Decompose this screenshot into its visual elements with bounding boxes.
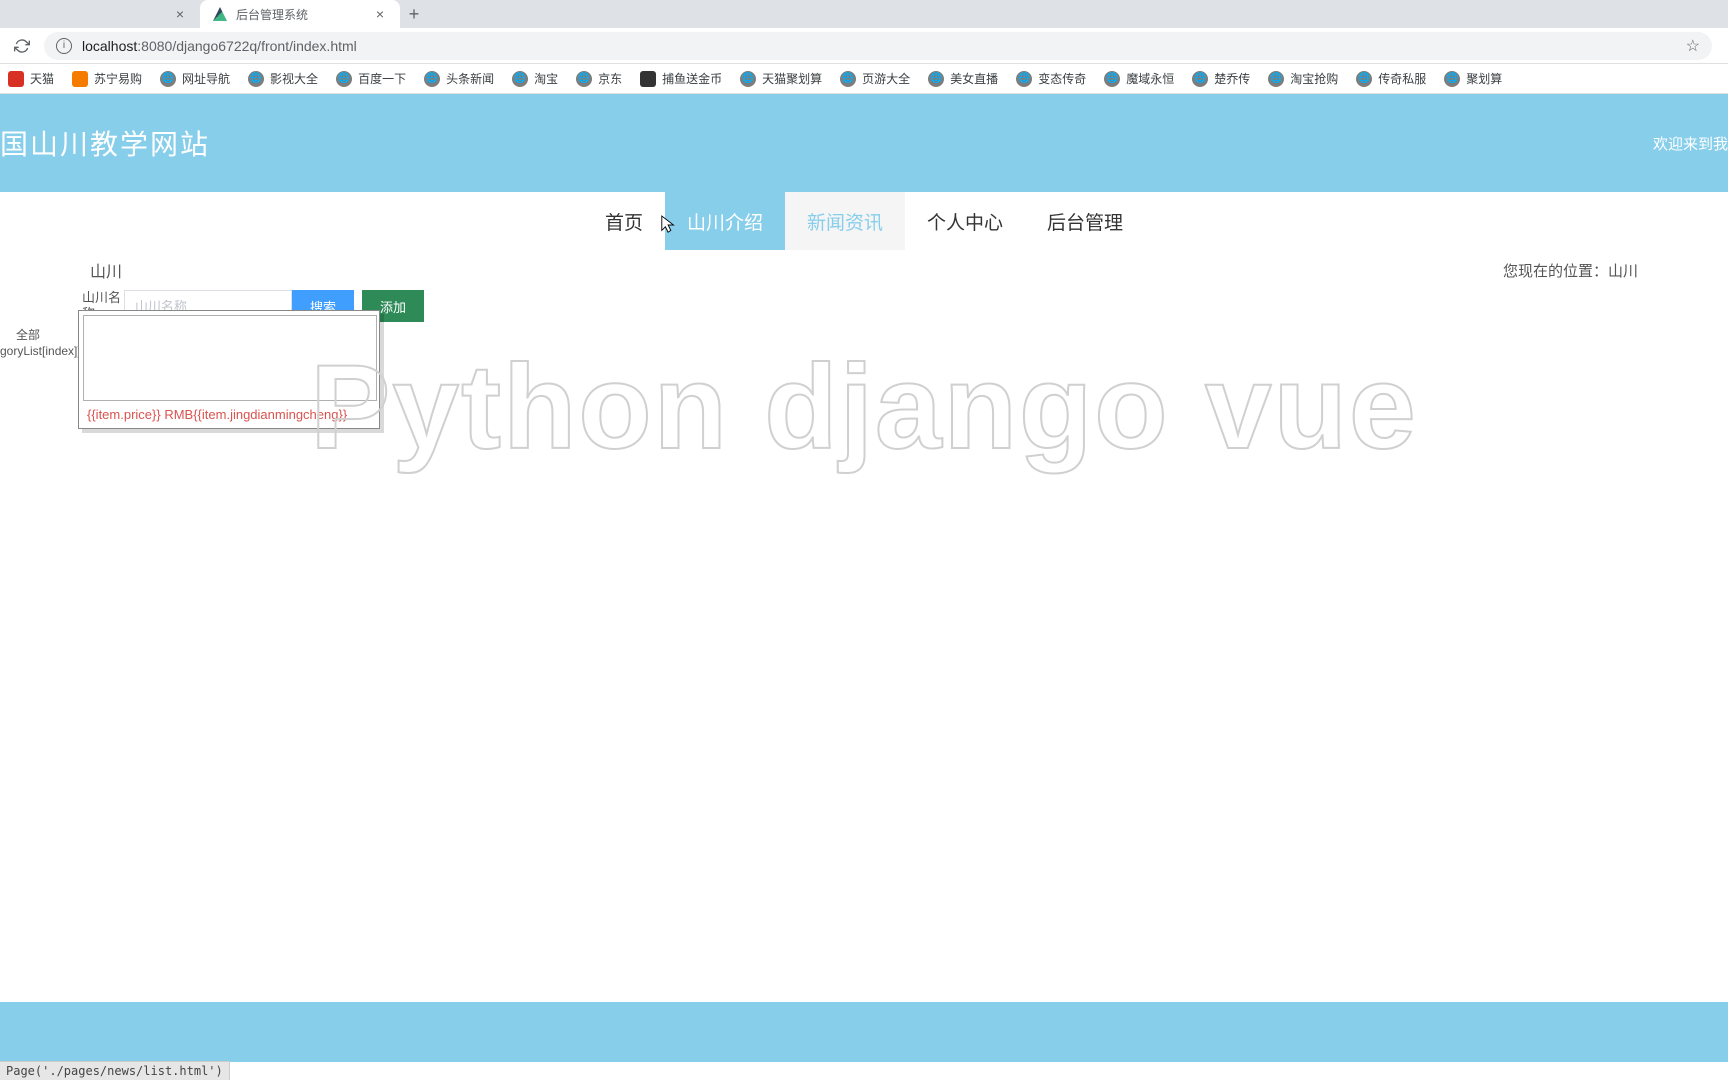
vue-favicon-icon — [212, 6, 228, 22]
nav-menu: 首页 山川介绍 新闻资讯 个人中心 后台管理 — [0, 192, 1728, 250]
bookmark-item[interactable]: 苏宁易购 — [72, 70, 142, 87]
url-host: localhost — [82, 38, 137, 54]
breadcrumb-location: 您现在的位置：山川 — [1503, 260, 1638, 281]
address-bar[interactable]: i localhost:8080/django6722q/front/index… — [44, 32, 1712, 60]
globe-icon: 🌐 — [160, 71, 176, 87]
item-card[interactable]: {{item.price}} RMB{{item.jingdianmingche… — [78, 310, 380, 429]
globe-icon: 🌐 — [424, 71, 440, 87]
nav-home[interactable]: 首页 — [583, 192, 665, 250]
bookmark-item[interactable]: 🌐页游大全 — [840, 70, 910, 87]
bookmark-item[interactable]: 🌐淘宝抢购 — [1268, 70, 1338, 87]
bookmark-item[interactable]: 🌐聚划算 — [1444, 70, 1502, 87]
content-area: 山川 您现在的位置：山川 山川名称 搜索 添加 全部 goryList[inde… — [0, 250, 1728, 359]
bookmark-item[interactable]: 🌐影视大全 — [248, 70, 318, 87]
close-icon[interactable]: × — [172, 6, 188, 22]
bookmark-item[interactable]: 🌐魔域永恒 — [1104, 70, 1174, 87]
welcome-text: 欢迎来到我 — [1653, 133, 1728, 154]
page-heading: 山川 — [90, 258, 122, 282]
globe-icon: 🌐 — [1268, 71, 1284, 87]
bookmark-item[interactable]: 🌐头条新闻 — [424, 70, 494, 87]
globe-icon: 🌐 — [512, 71, 528, 87]
bookmark-item[interactable]: 🌐楚乔传 — [1192, 70, 1250, 87]
browser-tab-1[interactable]: × — [0, 0, 200, 28]
bookmark-item[interactable]: 天猫 — [8, 70, 54, 87]
nav-admin[interactable]: 后台管理 — [1025, 192, 1145, 250]
bookmark-item[interactable]: 🌐京东 — [576, 70, 622, 87]
reload-button[interactable] — [8, 32, 36, 60]
address-bar-row: i localhost:8080/django6722q/front/index… — [0, 28, 1728, 64]
bookmark-item[interactable]: 捕鱼送金币 — [640, 70, 722, 87]
bookmark-star-icon[interactable]: ☆ — [1686, 36, 1700, 56]
new-tab-button[interactable]: + — [400, 0, 428, 28]
site-header: 国山川教学网站 欢迎来到我 — [0, 94, 1728, 192]
browser-tabs: × 后台管理系统 × + — [0, 0, 1728, 28]
site-title: 国山川教学网站 — [0, 123, 210, 163]
globe-icon: 🌐 — [740, 71, 756, 87]
browser-tab-2[interactable]: 后台管理系统 × — [200, 0, 400, 28]
category-all[interactable]: 全部 — [0, 328, 40, 344]
bookmark-item[interactable]: 🌐百度一下 — [336, 70, 406, 87]
nav-intro[interactable]: 山川介绍 — [665, 192, 785, 250]
globe-icon: 🌐 — [1356, 71, 1372, 87]
globe-icon: 🌐 — [1444, 71, 1460, 87]
globe-icon: 🌐 — [928, 71, 944, 87]
globe-icon: 🌐 — [1192, 71, 1208, 87]
url-port: :8080 — [137, 38, 172, 54]
globe-icon: 🌐 — [248, 71, 264, 87]
bookmark-icon — [640, 71, 656, 87]
close-icon[interactable]: × — [372, 6, 388, 22]
bookmark-icon — [8, 71, 24, 87]
site-info-icon[interactable]: i — [56, 38, 72, 54]
globe-icon: 🌐 — [576, 71, 592, 87]
footer-bar — [0, 1002, 1728, 1062]
bookmarks-bar: 天猫 苏宁易购 🌐网址导航 🌐影视大全 🌐百度一下 🌐头条新闻 🌐淘宝 🌐京东 … — [0, 64, 1728, 94]
breadcrumb: 山川 您现在的位置：山川 — [0, 258, 1728, 290]
bookmark-item[interactable]: 🌐变态传奇 — [1016, 70, 1086, 87]
bookmark-item[interactable]: 🌐网址导航 — [160, 70, 230, 87]
nav-user-center[interactable]: 个人中心 — [905, 192, 1025, 250]
status-bar: Page('./pages/news/list.html') — [0, 1061, 230, 1080]
tab-title: 后台管理系统 — [236, 6, 308, 23]
item-image-placeholder — [83, 315, 377, 401]
bookmark-item[interactable]: 🌐天猫聚划算 — [740, 70, 822, 87]
item-price-template: {{item.price}} RMB{{item.jingdianmingche… — [81, 403, 377, 426]
url-path: /django6722q/front/index.html — [172, 38, 356, 54]
bookmark-item[interactable]: 🌐传奇私服 — [1356, 70, 1426, 87]
globe-icon: 🌐 — [1016, 71, 1032, 87]
bookmark-item[interactable]: 🌐美女直播 — [928, 70, 998, 87]
globe-icon: 🌐 — [336, 71, 352, 87]
bookmark-icon — [72, 71, 88, 87]
bookmark-item[interactable]: 🌐淘宝 — [512, 70, 558, 87]
globe-icon: 🌐 — [1104, 71, 1120, 87]
nav-news[interactable]: 新闻资讯 — [785, 192, 905, 250]
globe-icon: 🌐 — [840, 71, 856, 87]
